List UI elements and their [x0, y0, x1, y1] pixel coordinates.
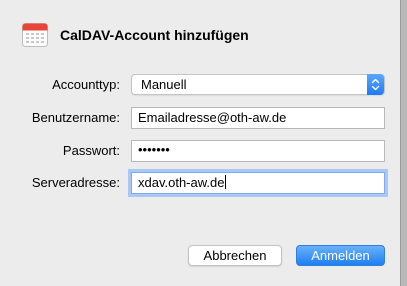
username-value: Emailadresse@oth-aw.de [138, 110, 287, 125]
background-window-edge [400, 0, 407, 286]
select-stepper-icon [367, 74, 384, 95]
server-address-value: xdav.oth-aw.de [138, 175, 227, 190]
dialog-title: CalDAV-Account hinzufügen [60, 27, 249, 43]
dialog-window: CalDAV-Account hinzufügen Accounttyp: Ma… [0, 0, 400, 286]
username-label: Benutzername: [31, 110, 120, 125]
password-label: Passwort: [62, 143, 120, 158]
server-label: Serveradresse: [31, 175, 120, 190]
sign-in-button[interactable]: Anmelden [296, 245, 385, 266]
account-type-value: Manuell [141, 77, 187, 92]
password-masked-value: ••••••• [138, 142, 170, 157]
text-caret [225, 175, 227, 189]
account-type-label: Accounttyp: [52, 77, 120, 92]
password-field[interactable]: ••••••• [131, 140, 385, 162]
calendar-icon [22, 23, 48, 47]
cancel-button[interactable]: Abbrechen [188, 245, 282, 266]
server-address-field[interactable]: xdav.oth-aw.de [131, 172, 385, 194]
username-field[interactable]: Emailadresse@oth-aw.de [131, 107, 385, 129]
account-type-select[interactable]: Manuell [131, 74, 385, 95]
